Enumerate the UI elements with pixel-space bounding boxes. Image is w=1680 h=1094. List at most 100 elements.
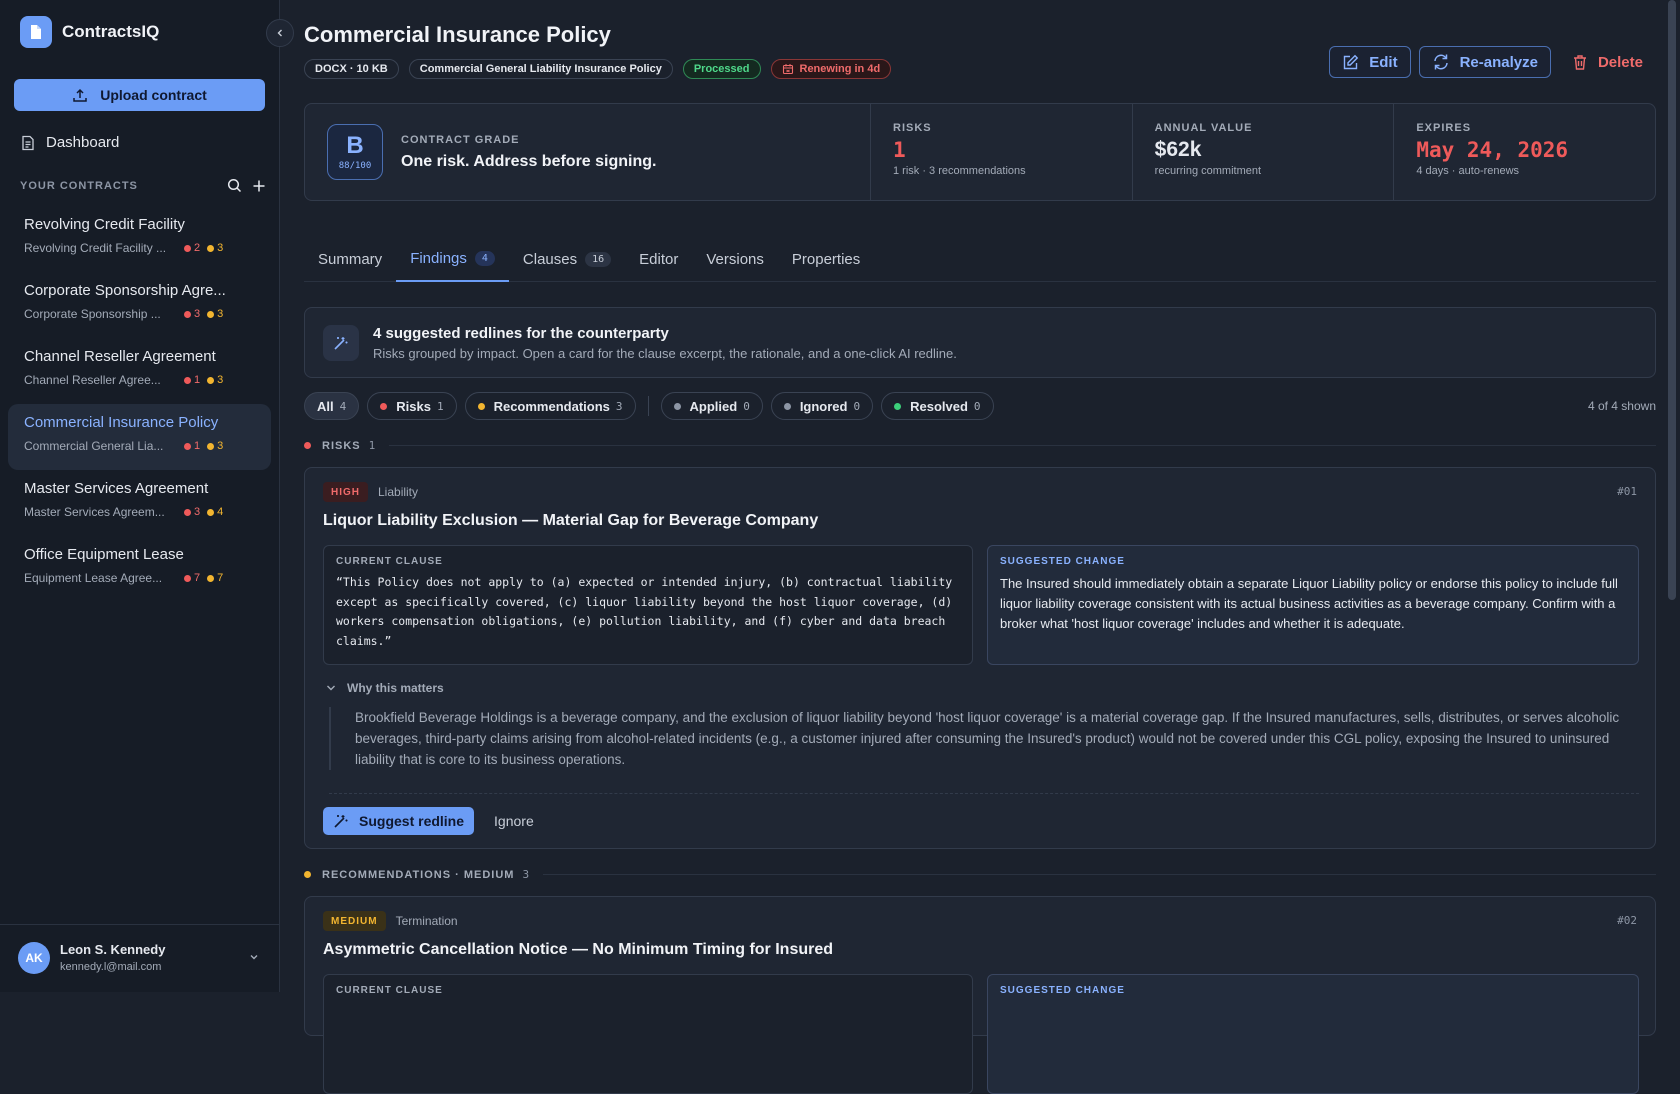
upload-contract-button[interactable]: Upload contract <box>14 79 265 111</box>
filter-recommendations[interactable]: Recommendations 3 <box>464 392 636 420</box>
magic-wand-icon <box>323 324 359 361</box>
applied-dot <box>673 402 681 410</box>
grade-badge: B 88/100 <box>327 124 383 180</box>
contract-list-item[interactable]: Channel Reseller Agreement Channel Resell… <box>8 338 271 404</box>
why-this-matters-toggle[interactable]: Why this matters <box>325 681 444 695</box>
risk-dot <box>184 244 191 252</box>
main-content: Commercial Insurance Policy DOCX · 10 KB… <box>304 0 1656 1094</box>
search-icon[interactable] <box>227 178 242 193</box>
tab-editor[interactable]: Editor <box>625 236 692 282</box>
recommendation-dot <box>207 244 215 252</box>
recommendation-count: 4 <box>207 506 223 518</box>
info-title: 4 suggested redlines for the counterpart… <box>373 324 669 342</box>
reanalyze-button[interactable]: Re-analyze <box>1418 46 1551 78</box>
risks-stat: RISKS 1 1 risk · 3 recommendations <box>870 104 1132 200</box>
grade-caption: CONTRACT GRADE <box>401 133 520 146</box>
avatar: AK <box>18 942 50 974</box>
risk-count-value: 3 <box>194 506 201 518</box>
contract-summary-card: B 88/100 CONTRACT GRADE One risk. Addres… <box>304 103 1656 201</box>
scrollbar[interactable] <box>1668 0 1676 992</box>
risk-count: 2 <box>184 242 200 254</box>
stat-sub: recurring commitment <box>1154 165 1262 177</box>
recommendation-dot <box>304 871 311 878</box>
contract-list-item[interactable]: Commercial Insurance Policy Commercial Ge… <box>8 404 271 470</box>
redlines-info-card: 4 suggested redlines for the counterpart… <box>304 307 1656 378</box>
contract-list-item[interactable]: Master Services Agreement Master Services… <box>8 470 271 536</box>
plus-icon[interactable] <box>252 179 266 193</box>
sidebar: ContractsIQ Upload contract Dashboard YO… <box>0 0 294 992</box>
collapse-sidebar-button[interactable] <box>266 19 294 47</box>
ignore-button[interactable]: Ignore <box>486 813 542 829</box>
contract-list-item[interactable]: Office Equipment Lease Equipment Lease Ag… <box>8 536 271 602</box>
section-count: 3 <box>522 868 530 881</box>
current-clause-caption: CURRENT CLAUSE <box>336 985 443 996</box>
risk-count: 3 <box>184 506 200 518</box>
chevron-down-icon[interactable] <box>248 951 260 963</box>
contract-counts: 77 <box>184 572 223 584</box>
finding-title: Liquor Liability Exclusion — Material Ga… <box>323 512 819 529</box>
risk-dot <box>184 508 191 516</box>
recommendation-count-value: 3 <box>217 374 224 386</box>
contract-subtitle: Channel Reseller Agree... <box>24 373 161 387</box>
filter-resolved[interactable]: Resolved 0 <box>881 392 994 420</box>
risk-dot <box>184 574 191 582</box>
info-subtitle: Risks grouped by impact. Open a card for… <box>373 345 957 361</box>
stat-label: RISKS <box>893 122 932 134</box>
recommendation-count-value: 3 <box>217 440 224 452</box>
contract-list: Revolving Credit Facility Revolving Credi… <box>8 206 271 602</box>
tab-label: Findings <box>410 249 467 267</box>
sidebar-item-dashboard[interactable]: Dashboard <box>20 134 119 151</box>
section-label: RISKS <box>322 439 361 452</box>
edit-button[interactable]: Edit <box>1329 46 1411 78</box>
section-label: YOUR CONTRACTS <box>20 179 138 192</box>
grade-letter: B <box>346 131 364 159</box>
delete-button[interactable]: Delete <box>1559 46 1656 78</box>
filter-applied[interactable]: Applied 0 <box>660 392 763 420</box>
user-menu[interactable]: AK Leon S. Kennedy kennedy.l@mail.com <box>0 924 280 992</box>
filter-label: All <box>317 398 334 414</box>
tab-summary[interactable]: Summary <box>304 236 396 282</box>
status-badge: Processed <box>682 59 761 79</box>
current-clause-text: “This Policy does not apply to (a) expec… <box>336 575 953 648</box>
recommendation-dot <box>207 508 215 516</box>
finding-card[interactable]: HIGH Liability #01 Liquor Liability Excl… <box>304 467 1656 849</box>
tab-versions[interactable]: Versions <box>692 236 778 282</box>
brand[interactable]: ContractsIQ <box>20 16 159 48</box>
expires-stat: EXPIRES May 24, 2026 4 days · auto-renew… <box>1393 104 1655 200</box>
finding-card[interactable]: MEDIUM Termination #02 Asymmetric Cancel… <box>304 896 1656 1094</box>
contract-title: Channel Reseller Agreement <box>24 348 216 365</box>
recommendation-count-value: 4 <box>217 506 224 518</box>
filter-count: 4 <box>339 399 347 413</box>
risk-count-value: 2 <box>194 242 201 254</box>
contract-counts: 13 <box>184 440 223 452</box>
recommendation-dot <box>207 376 215 384</box>
filter-risks[interactable]: Risks 1 <box>367 392 457 420</box>
contract-subtitle: Revolving Credit Facility ... <box>24 241 167 255</box>
contract-subtitle: Equipment Lease Agree... <box>24 571 163 585</box>
suggest-redline-label: Suggest redline <box>359 813 465 829</box>
filter-all[interactable]: All 4 <box>304 392 360 420</box>
ignored-dot <box>783 402 791 410</box>
contract-subtitle: Corporate Sponsorship ... <box>24 307 161 321</box>
shown-count: 4 of 4 shown <box>1587 399 1656 413</box>
brand-name: ContractsIQ <box>62 22 160 41</box>
contract-counts: 34 <box>184 506 223 518</box>
filter-label: Recommendations <box>493 398 610 414</box>
chevron-down-icon <box>327 685 335 691</box>
resolved-dot <box>894 402 902 410</box>
tab-findings[interactable]: Findings 4 <box>396 236 509 282</box>
tab-properties[interactable]: Properties <box>778 236 874 282</box>
recommendation-dot <box>207 574 215 582</box>
suggest-redline-button[interactable]: Suggest redline <box>323 807 475 835</box>
your-contracts-header: YOUR CONTRACTS <box>20 178 266 193</box>
filter-count: 3 <box>615 399 623 413</box>
recommendation-count: 3 <box>207 374 223 386</box>
contract-title: Office Equipment Lease <box>24 546 184 563</box>
filter-count: 1 <box>436 399 444 413</box>
contract-list-item[interactable]: Corporate Sponsorship Agre... Corporate S… <box>8 272 271 338</box>
scrollbar-thumb[interactable] <box>1668 0 1676 600</box>
filter-ignored[interactable]: Ignored 0 <box>770 392 874 420</box>
page-title: Commercial Insurance Policy <box>304 22 611 47</box>
tab-clauses[interactable]: Clauses 16 <box>509 236 625 282</box>
contract-list-item[interactable]: Revolving Credit Facility Revolving Credi… <box>8 206 271 272</box>
